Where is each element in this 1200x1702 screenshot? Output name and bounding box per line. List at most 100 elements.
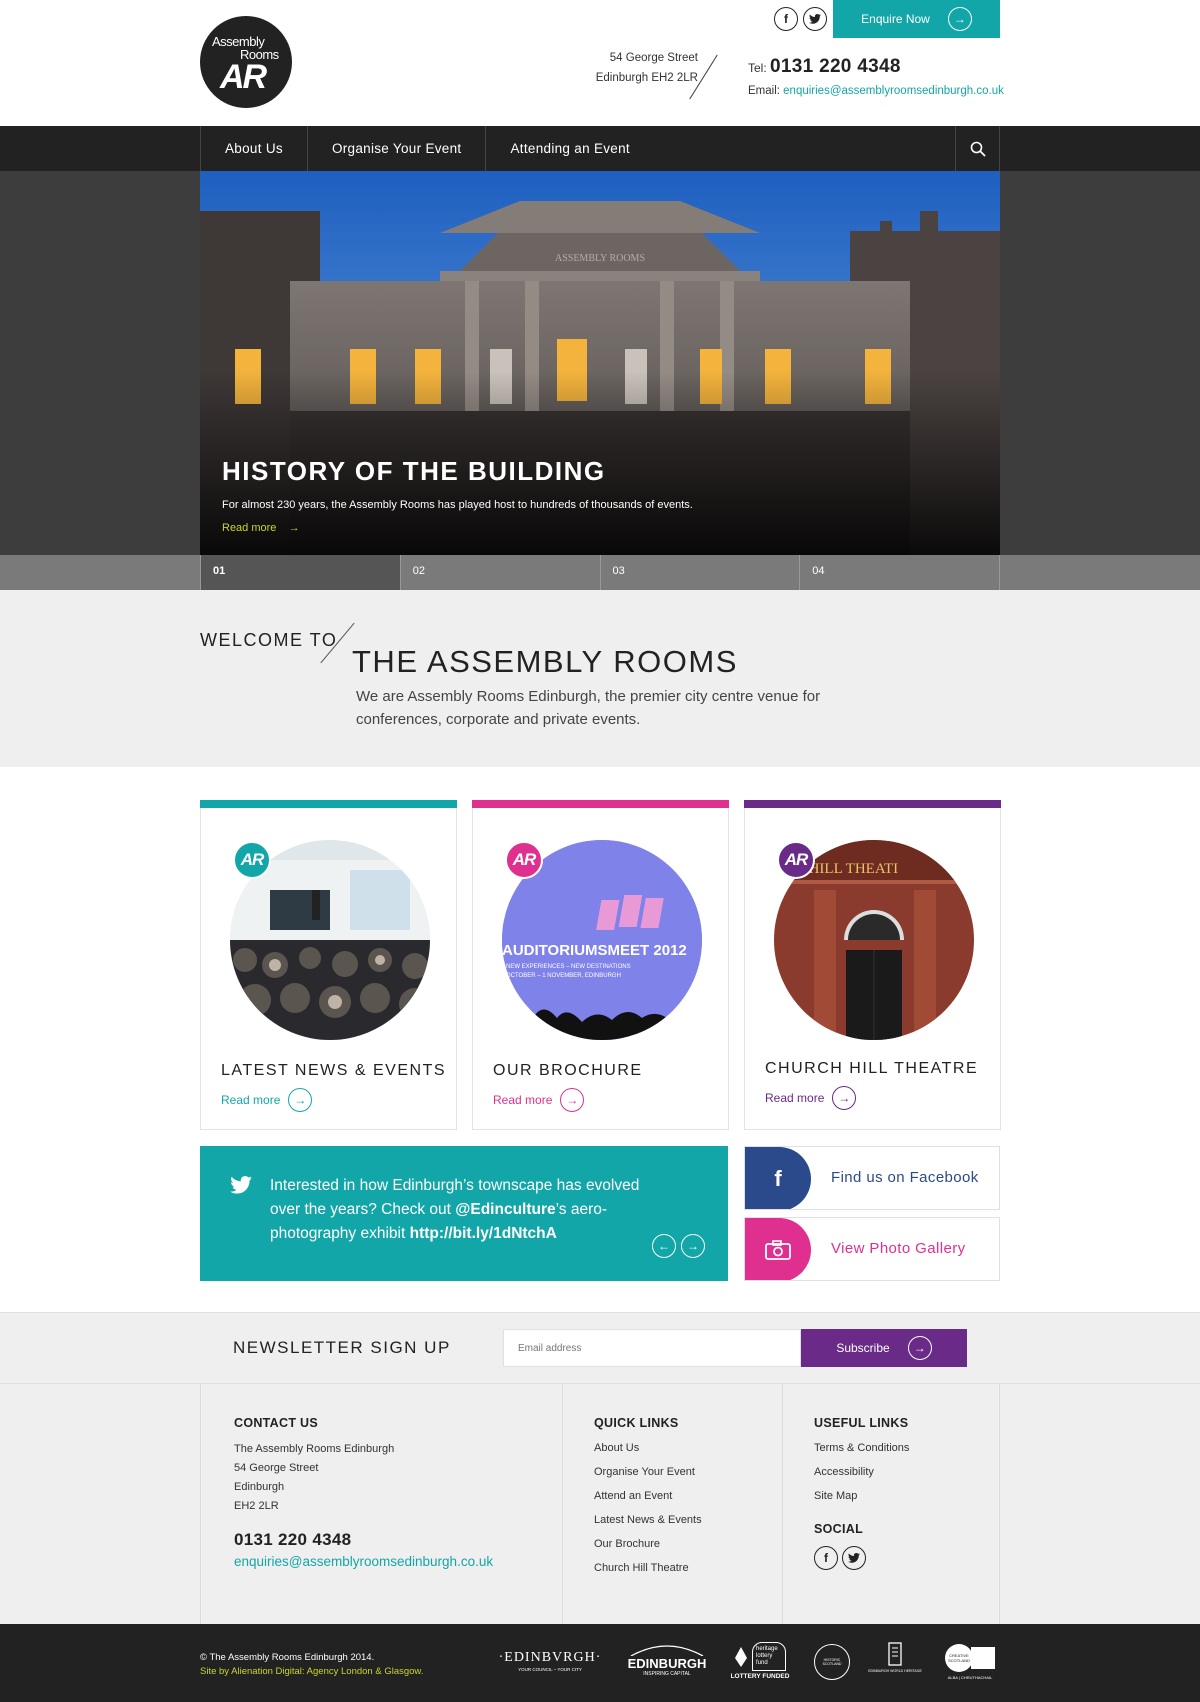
ar-badge: AR bbox=[777, 841, 815, 879]
partner-logo-historic-scotland[interactable]: HISTORIC SCOTLAND bbox=[814, 1644, 850, 1680]
email-label: Email: bbox=[748, 85, 780, 97]
header-email: Email: enquiries@assemblyroomsedinburgh.… bbox=[748, 85, 1004, 97]
card-read-more[interactable]: Read more → bbox=[765, 1086, 857, 1110]
card-church-hill-theatre[interactable]: RCH HILL THEATI AR CHURCH HILL THEATRE R… bbox=[744, 800, 1001, 1130]
arrow-right-icon: → bbox=[288, 1088, 313, 1112]
read-more-label: Read more bbox=[493, 1093, 553, 1107]
card-title: OUR BROCHURE bbox=[493, 1062, 643, 1079]
hero-read-more[interactable]: Read more → bbox=[222, 522, 693, 534]
slider-tab-2[interactable]: 02 bbox=[399, 555, 600, 590]
subscribe-button[interactable]: Subscribe → bbox=[801, 1329, 967, 1367]
logo-mark: AR bbox=[220, 58, 267, 96]
email-link[interactable]: enquiries@assemblyroomsedinburgh.co.uk bbox=[783, 85, 1004, 97]
partner-name: EDINBURGH bbox=[627, 1656, 707, 1671]
partner-logo-edinburgh-world-heritage[interactable]: EDINBURGH WORLD HERITAGE bbox=[865, 1642, 925, 1673]
partner-sub: YOUR COUNCIL – YOUR CITY bbox=[518, 1667, 582, 1672]
main-nav: About Us Organise Your Event Attending a… bbox=[0, 126, 1200, 171]
twitter-feed: Interested in how Edinburgh’s townscape … bbox=[200, 1146, 728, 1281]
twitter-icon[interactable] bbox=[842, 1546, 866, 1570]
site-footer: CONTACT US The Assembly Rooms Edinburgh … bbox=[0, 1384, 1200, 1624]
card-accent-bar bbox=[472, 800, 729, 808]
hero-caption: HISTORY OF THE BUILDING For almost 230 y… bbox=[222, 456, 693, 534]
address-line-2: Edinburgh EH2 2LR bbox=[595, 72, 698, 84]
tweet-handle-link[interactable]: @Edinculture bbox=[455, 1201, 555, 1218]
footer-link-attend[interactable]: Attend an Event bbox=[594, 1484, 782, 1508]
partner-name: EDINBURGH WORLD HERITAGE bbox=[868, 1669, 922, 1673]
slider-tab-1[interactable]: 01 bbox=[200, 555, 400, 598]
partner-logo-heritage-lottery[interactable]: heritage lottery fund LOTTERY FUNDED bbox=[725, 1642, 795, 1680]
address-line-1: 54 George Street bbox=[609, 52, 698, 64]
social-heading: SOCIAL bbox=[814, 1522, 864, 1536]
facebook-icon[interactable]: f bbox=[774, 7, 798, 31]
facebook-icon[interactable]: f bbox=[814, 1546, 838, 1570]
screen-line-2: NEW EXPERIENCES – NEW DESTINATIONS bbox=[506, 964, 631, 970]
nav-attending-an-event[interactable]: Attending an Event bbox=[485, 126, 653, 171]
contact-line: EH2 2LR bbox=[234, 1500, 279, 1512]
facebook-link-label: Find us on Facebook bbox=[831, 1169, 979, 1186]
footer-social: f bbox=[814, 1546, 999, 1570]
hero-read-more-label: Read more bbox=[222, 522, 277, 534]
partner-logo-edinburgh-inspiring-capital[interactable]: EDINBURGH INSPIRING CAPITAL bbox=[627, 1642, 707, 1677]
card-our-brochure[interactable]: AUDITORIUMSMEET 2012 NEW EXPERIENCES – N… bbox=[472, 800, 729, 1130]
arrow-right-icon: → bbox=[560, 1088, 585, 1112]
enquire-now-button[interactable]: Enquire Now → bbox=[833, 0, 1000, 38]
footer-link-news[interactable]: Latest News & Events bbox=[594, 1508, 782, 1532]
twitter-icon bbox=[230, 1176, 252, 1194]
partner-name: CREATIVE SCOTLAND bbox=[945, 1644, 973, 1672]
partner-logo-edinburgh-council[interactable]: ·EDINBVRGH· YOUR COUNCIL – YOUR CITY bbox=[495, 1650, 605, 1672]
partner-sub: INSPIRING CAPITAL bbox=[643, 1671, 691, 1677]
facebook-link-card[interactable]: f Find us on Facebook bbox=[744, 1146, 1000, 1210]
twitter-icon[interactable] bbox=[803, 7, 827, 31]
footer-link-accessibility[interactable]: Accessibility bbox=[814, 1460, 999, 1484]
hero-sign-text: ASSEMBLY ROOMS bbox=[555, 253, 645, 264]
arrow-right-icon[interactable]: → bbox=[681, 1234, 705, 1258]
site-header: Assembly Rooms AR f Enquire Now → 54 Geo… bbox=[0, 0, 1200, 126]
contact-line: Edinburgh bbox=[234, 1481, 285, 1493]
slider-tab-4[interactable]: 04 bbox=[799, 555, 1000, 590]
partner-name: ·EDINBVRGH· bbox=[498, 1650, 602, 1665]
newsletter-email-input[interactable] bbox=[503, 1329, 801, 1367]
slider-tab-3[interactable]: 03 bbox=[599, 555, 800, 590]
header-phone: Tel: 0131 220 4348 bbox=[748, 56, 901, 78]
footer-link-terms[interactable]: Terms & Conditions bbox=[814, 1436, 999, 1460]
bottom-bar: © The Assembly Rooms Edinburgh 2014. Sit… bbox=[0, 1624, 1200, 1702]
tweet-text: Interested in how Edinburgh’s townscape … bbox=[270, 1174, 650, 1246]
tweet-url-link[interactable]: http://bit.ly/1dNtchA bbox=[410, 1225, 557, 1242]
tweet-controls: ← → bbox=[652, 1234, 705, 1258]
card-latest-news[interactable]: AR LATEST NEWS & EVENTS Read more → bbox=[200, 800, 457, 1130]
arrow-right-icon: → bbox=[947, 7, 972, 31]
card-read-more[interactable]: Read more → bbox=[221, 1088, 313, 1112]
footer-link-sitemap[interactable]: Site Map bbox=[814, 1484, 999, 1508]
screen-title-text: AUDITORIUMSMEET 2012 bbox=[502, 942, 687, 959]
partner-logo-creative-scotland[interactable]: CREATIVE SCOTLAND ALBA | CHRUTHACHAIL bbox=[940, 1644, 1000, 1680]
arrow-right-icon: → bbox=[907, 1336, 932, 1360]
footer-link-organise[interactable]: Organise Your Event bbox=[594, 1460, 782, 1484]
read-more-label: Read more bbox=[221, 1093, 281, 1107]
footer-link-church-hill[interactable]: Church Hill Theatre bbox=[594, 1556, 782, 1580]
venue-address: 54 George Street Edinburgh EH2 2LR bbox=[560, 48, 698, 88]
nav-organise-your-event[interactable]: Organise Your Event bbox=[306, 126, 486, 171]
welcome-section: WELCOME TO THE ASSEMBLY ROOMS We are Ass… bbox=[0, 590, 1200, 767]
ar-badge: AR bbox=[233, 841, 271, 879]
site-credit-link[interactable]: Site by Alienation Digital: Agency Londo… bbox=[200, 1665, 423, 1679]
contact-heading: CONTACT US bbox=[234, 1416, 319, 1430]
card-read-more[interactable]: Read more → bbox=[493, 1088, 585, 1112]
tel-number[interactable]: 0131 220 4348 bbox=[770, 56, 901, 77]
welcome-description: We are Assembly Rooms Edinburgh, the pre… bbox=[356, 688, 821, 728]
site-logo[interactable]: Assembly Rooms AR bbox=[200, 16, 292, 108]
nav-about-us[interactable]: About Us bbox=[200, 126, 307, 171]
header-social: f bbox=[774, 7, 827, 31]
footer-email-link[interactable]: enquiries@assemblyroomsedinburgh.co.uk bbox=[234, 1554, 562, 1569]
arrow-left-icon[interactable]: ← bbox=[652, 1234, 676, 1258]
hero-slider: ASSEMBLY ROOMS HISTORY OF THE BUILDING F… bbox=[0, 171, 1200, 598]
newsletter-title: NEWSLETTER SIGN UP bbox=[233, 1338, 451, 1357]
photo-gallery-link-card[interactable]: View Photo Gallery bbox=[744, 1217, 1000, 1281]
camera-icon bbox=[745, 1218, 811, 1280]
hero-title: HISTORY OF THE BUILDING bbox=[222, 456, 606, 486]
search-icon[interactable] bbox=[955, 126, 1000, 171]
footer-link-about-us[interactable]: About Us bbox=[594, 1436, 782, 1460]
footer-link-brochure[interactable]: Our Brochure bbox=[594, 1532, 782, 1556]
footer-phone[interactable]: 0131 220 4348 bbox=[234, 1530, 562, 1550]
card-accent-bar bbox=[200, 800, 457, 808]
contact-line: 54 George Street bbox=[234, 1462, 319, 1474]
